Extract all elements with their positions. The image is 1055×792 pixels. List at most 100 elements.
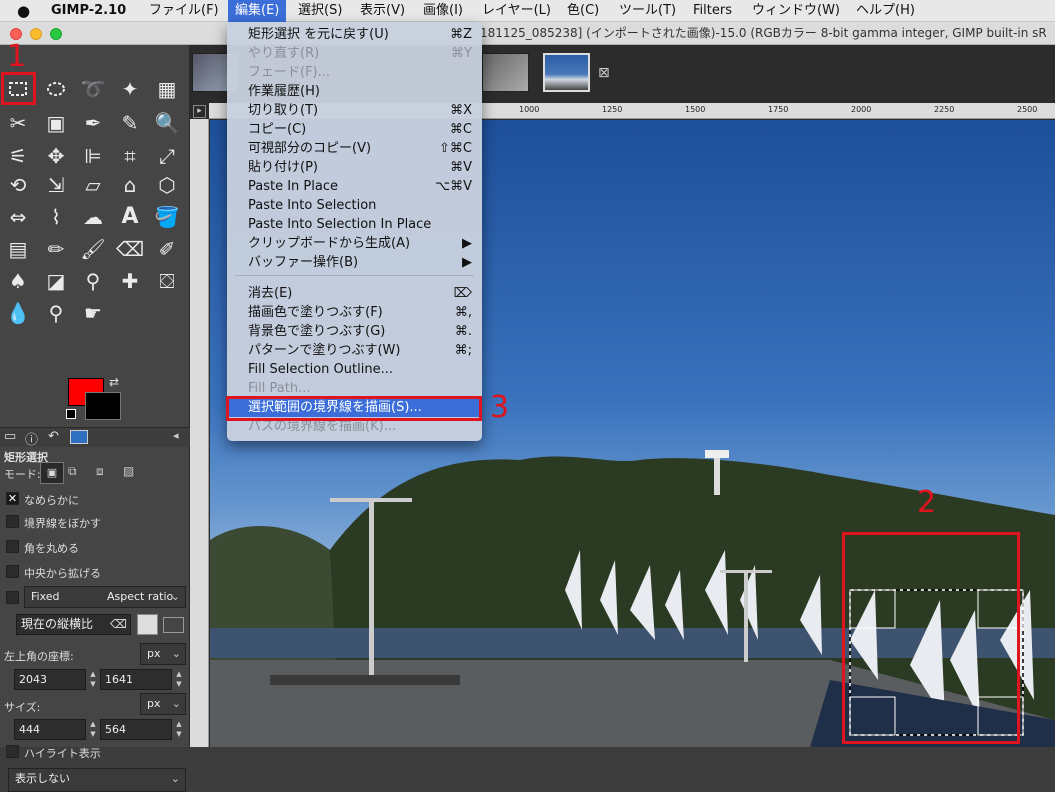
round-corners-checkbox[interactable] [6,540,19,553]
color-picker-tool-icon[interactable]: ✎ [115,108,145,138]
mode-add-icon[interactable]: ⧉ [68,464,77,479]
menu-color[interactable]: 色(C) [560,0,606,22]
quick-mask-menu-icon[interactable]: ▸ [193,105,206,118]
fixed-checkbox[interactable] [6,591,19,604]
ink-tool-icon[interactable]: ♠ [3,266,33,296]
antialias-checkbox[interactable]: ✕ [6,492,19,505]
position-unit-select[interactable]: px ⌄ [140,643,186,665]
align-tool-icon[interactable]: ⊫ [78,141,108,171]
menu-windows[interactable]: ウィンドウ(W) [745,0,847,22]
edit-menu-item[interactable]: コピー(C) ⌘C [227,120,482,139]
edit-menu-item[interactable]: Fill Selection Outline... [227,360,482,379]
flip-tool-icon[interactable]: ⇔ [3,202,33,232]
close-tab-icon[interactable]: ⊠ [598,65,610,81]
fuzzy-select-tool-icon[interactable]: ✦ [115,74,145,104]
zoom-window-button[interactable] [50,28,62,40]
move-tool-icon[interactable]: ✥ [41,141,71,171]
menu-help[interactable]: ヘルプ(H) [849,0,922,22]
menu-file[interactable]: ファイル(F) [142,0,226,22]
edit-menu-item[interactable]: Paste Into Selection [227,196,482,215]
size-unit-select[interactable]: px ⌄ [140,693,186,715]
edit-menu-item[interactable]: 背景色で塗りつぶす(G) ⌘. [227,322,482,341]
position-y-spinner[interactable]: ▲ ▼ [172,669,186,690]
edit-menu-item[interactable]: クリップボードから生成(A) ▶ [227,234,482,253]
mypaint-brush-tool-icon[interactable]: ◪ [41,266,71,296]
swap-colors-icon[interactable]: ⇄ [109,375,119,389]
zoom-tool-icon[interactable]: 🔍 [152,108,182,138]
mode-replace-icon[interactable]: ▣ [40,462,64,484]
images-tab-icon[interactable] [70,430,88,444]
active-image-tab-thumbnail[interactable] [543,53,590,92]
guides-select[interactable]: 表示しない ⌄ [8,768,186,792]
edit-menu-item[interactable]: 可視部分のコピー(V) ⇧⌘C [227,139,482,158]
edit-menu-item[interactable]: 貼り付け(P) ⌘V [227,158,482,177]
menu-image[interactable]: 画像(I) [416,0,470,22]
background-color-swatch[interactable] [85,392,121,420]
menu-select[interactable]: 選択(S) [291,0,349,22]
tool-options-tab-icon[interactable]: ▭ [4,429,16,444]
scale-tool-icon[interactable]: ⇲ [41,170,71,200]
edit-menu-item[interactable]: バッファー操作(B) ▶ [227,253,482,272]
fixed-aspect-combo[interactable]: Fixed Aspect ratio ⌄ [24,586,186,608]
shear-tool-icon[interactable]: ▱ [78,170,108,200]
perspective-clone-tool-icon[interactable]: ⛋ [152,266,182,296]
menu-layer[interactable]: レイヤー(L) [475,0,558,22]
text-tool-icon[interactable]: A [115,202,145,232]
crop-tool-icon[interactable]: ⌗ [115,141,145,171]
size-height-input[interactable]: 564 [100,719,172,740]
pencil-tool-icon[interactable]: ✏ [41,234,71,264]
airbrush-tool-icon[interactable]: ✐ [152,234,182,264]
edit-menu-item[interactable]: パターンで塗りつぶす(W) ⌘; [227,341,482,360]
ratio-field[interactable]: 現在の縦横比 ⌫ [16,614,131,635]
clear-field-icon[interactable]: ⌫ [110,615,127,634]
cage-tool-icon[interactable]: ⌂ [115,170,145,200]
menu-view[interactable]: 表示(V) [353,0,412,22]
edit-menu-item[interactable]: 矩形選択 を元に戻す(U) ⌘Z [227,25,482,44]
unified-transform-tool-icon[interactable]: ⤢ [152,141,182,171]
measure-tool-icon[interactable]: ⚟ [3,141,33,171]
size-width-input[interactable]: 444 [14,719,86,740]
undo-history-tab-icon[interactable]: ↶ [48,429,59,444]
edit-menu-item[interactable]: 切り取り(T) ⌘X [227,101,482,120]
edit-menu-item[interactable]: Paste Into Selection In Place [227,215,482,234]
edit-menu-item[interactable]: Paste In Place ⌥⌘V [227,177,482,196]
clone-tool-icon[interactable]: ⚲ [78,266,108,296]
heal-tool-icon[interactable]: ✚ [115,266,145,296]
scissors-tool-icon[interactable]: ✂ [3,108,33,138]
paintbrush-tool-icon[interactable]: 🖌 [78,234,108,264]
apple-icon[interactable]: ● [10,0,37,22]
select-by-color-tool-icon[interactable]: ▦ [152,74,182,104]
feather-checkbox[interactable] [6,515,19,528]
bucket-fill-tool-icon[interactable]: 🪣 [152,202,182,232]
warp-tool-icon[interactable]: ⌇ [41,202,71,232]
smudge-brush-tool-icon[interactable]: ☛ [78,298,108,328]
app-menu[interactable]: GIMP-2.10 [44,0,133,22]
minimize-window-button[interactable] [30,28,42,40]
mode-intersect-icon[interactable]: ▨ [123,464,134,478]
gradient-tool-icon[interactable]: ▤ [3,234,33,264]
menu-tools[interactable]: ツール(T) [612,0,683,22]
eraser-tool-icon[interactable]: ⌫ [115,234,145,264]
position-x-input[interactable]: 2043 [14,669,86,690]
dodge-burn-tool-icon[interactable]: ⚲ [41,298,71,328]
menu-edit[interactable]: 編集(E) [228,0,287,22]
edit-menu-item[interactable]: 消去(E) ⌦ [227,284,482,303]
landscape-icon[interactable] [163,617,184,633]
foreground-select-tool-icon[interactable]: ▣ [41,108,71,138]
rotate-tool-icon[interactable]: ⟲ [3,170,33,200]
mode-subtract-icon[interactable]: ⧈ [96,464,104,479]
dock-menu-icon[interactable]: ◂ [173,429,179,442]
paths-tool-icon[interactable]: ✒ [78,108,108,138]
expand-center-checkbox[interactable] [6,565,19,578]
size-width-spinner[interactable]: ▲ ▼ [86,719,100,740]
edit-menu-item[interactable]: 描画色で塗りつぶす(F) ⌘, [227,303,482,322]
size-height-spinner[interactable]: ▲ ▼ [172,719,186,740]
perspective-tool-icon[interactable]: ⬡ [152,170,182,200]
lasso-tool-icon[interactable]: ➰ [78,74,108,104]
edit-menu-item[interactable]: 作業履歴(H) [227,82,482,101]
device-status-tab-icon[interactable]: ⓘ [25,429,38,448]
portrait-icon[interactable] [137,614,158,635]
default-colors-icon[interactable] [66,409,76,419]
position-y-input[interactable]: 1641 [100,669,172,690]
blur-tool-icon[interactable]: 💧 [3,298,33,328]
